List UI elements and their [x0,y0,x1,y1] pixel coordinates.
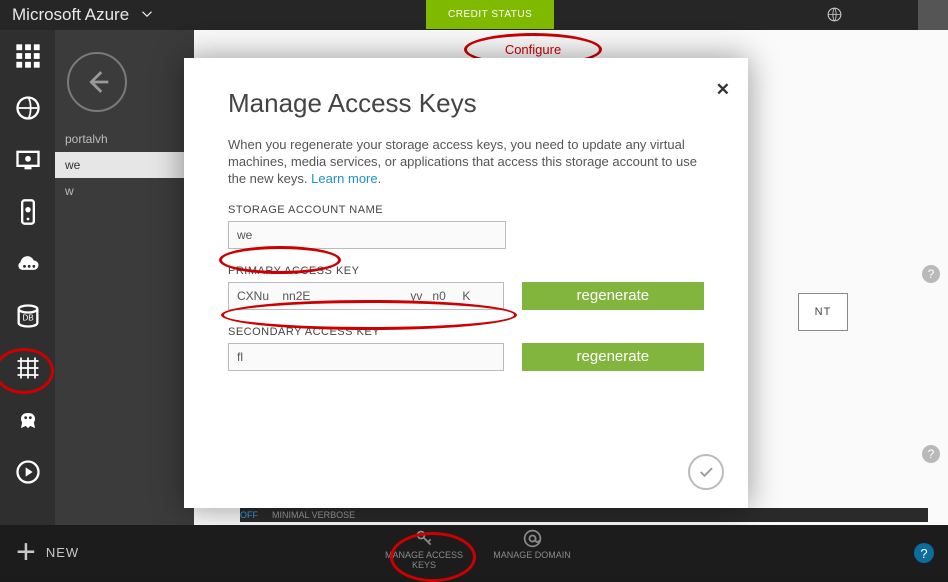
primary-access-key-input[interactable] [228,282,504,310]
svg-text:DB: DB [22,314,34,323]
credit-status-button[interactable]: CREDIT STATUS [426,0,554,29]
close-icon[interactable]: ✕ [716,80,730,100]
confirm-button[interactable] [688,454,724,490]
button-fragment[interactable]: NT [798,293,848,331]
storage-account-name-input[interactable] [228,221,506,249]
list-item[interactable]: portalvh [55,126,194,152]
rail-all-items-icon[interactable] [0,30,55,82]
rail-storage-icon[interactable] [0,342,55,394]
list-column: portalvh we w [55,30,194,525]
avatar[interactable] [918,0,948,30]
list-item[interactable]: we [55,152,194,178]
manage-access-keys-button[interactable]: MANAGE ACCESS KEYS [380,528,468,571]
new-label: NEW [46,545,79,560]
label-secondary-key: SECONDARY ACCESS KEY [228,326,704,338]
tab-configure[interactable]: Configure [505,42,561,57]
chevron-down-icon[interactable] [141,8,153,23]
rail-media-icon[interactable] [0,446,55,498]
help-icon[interactable]: ? [922,445,940,463]
regenerate-secondary-button[interactable]: regenerate [522,343,704,371]
list-item[interactable]: w [55,178,194,204]
bottom-bar: + NEW MANAGE ACCESS KEYS MANAGE DOMAIN ? [0,525,948,579]
brand-label: Microsoft Azure [0,5,129,25]
plus-icon: + [16,535,36,569]
left-rail: DB [0,30,55,525]
toggle-off[interactable]: OFF [240,510,258,520]
key-icon [414,528,435,549]
help-icon[interactable]: ? [914,543,934,563]
learn-more-link[interactable]: Learn more [311,171,377,186]
toggle-strip: OFF MINIMAL VERBOSE [240,508,928,522]
back-button[interactable] [67,52,127,112]
rail-mobile-icon[interactable] [0,186,55,238]
modal-title: Manage Access Keys [228,88,704,119]
label-primary-key: PRIMARY ACCESS KEY [228,265,704,277]
manage-access-keys-modal: ✕ Manage Access Keys When you regenerate… [184,58,748,508]
new-button[interactable]: + NEW [16,535,79,569]
at-icon [522,528,543,549]
help-icon[interactable]: ? [922,265,940,283]
top-bar: Microsoft Azure CREDIT STATUS [0,0,948,30]
manage-domain-button[interactable]: MANAGE DOMAIN [488,528,576,571]
toggle-labels: MINIMAL VERBOSE [272,510,355,520]
check-icon [697,463,715,481]
rail-vm-icon[interactable] [0,134,55,186]
secondary-access-key-input[interactable] [228,343,504,371]
rail-db-icon[interactable]: DB [0,290,55,342]
label-storage-account: STORAGE ACCOUNT NAME [228,204,704,216]
rail-websites-icon[interactable] [0,82,55,134]
globe-icon[interactable] [826,6,843,28]
regenerate-primary-button[interactable]: regenerate [522,282,704,310]
modal-description: When you regenerate your storage access … [228,137,704,188]
rail-hdinsight-icon[interactable] [0,394,55,446]
rail-cloud-icon[interactable] [0,238,55,290]
